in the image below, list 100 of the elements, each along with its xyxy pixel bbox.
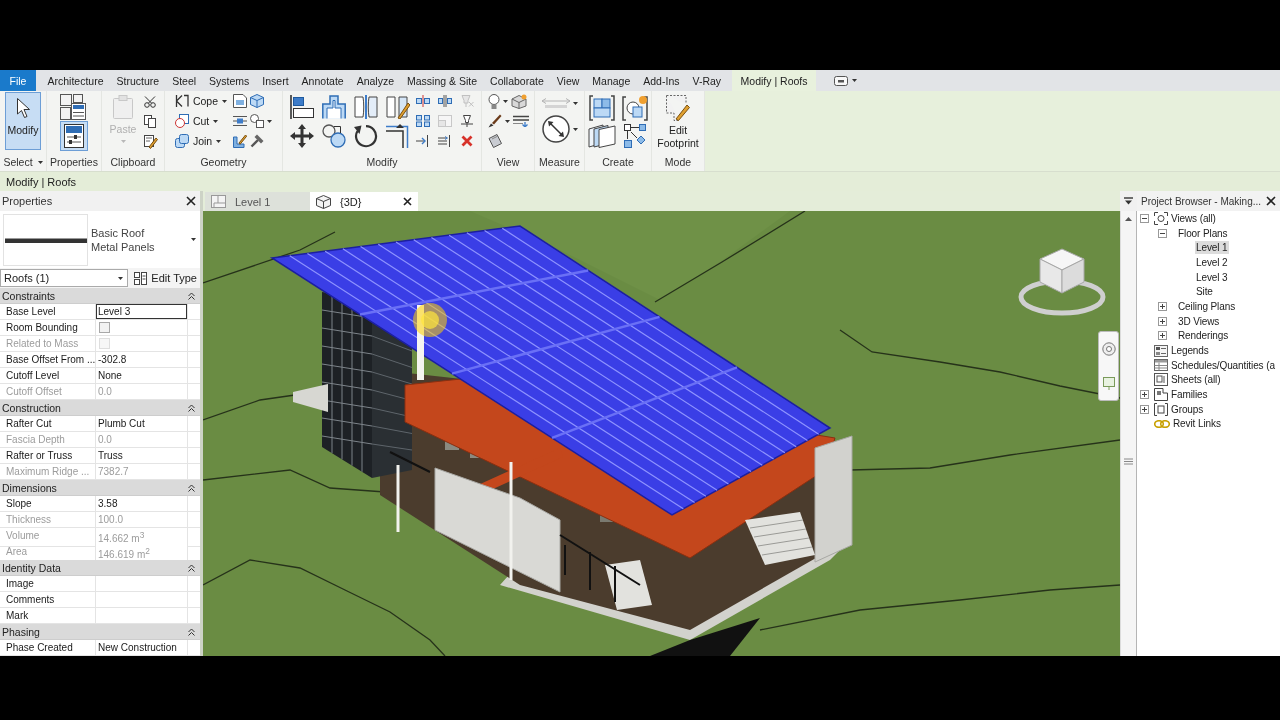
category-dropdown[interactable]: Roofs (1) (0, 269, 129, 287)
collapse-box-icon[interactable] (1140, 213, 1149, 223)
property-value-field[interactable]: -302.8 (96, 352, 188, 368)
property-value-field[interactable] (96, 592, 188, 608)
property-value-field[interactable]: Plumb Cut (96, 416, 188, 432)
caret-icon[interactable] (191, 238, 196, 241)
copy-icon[interactable] (144, 115, 156, 128)
panel-menu-icon[interactable] (1124, 197, 1133, 205)
stepped-outline-icon[interactable] (322, 95, 346, 119)
pin-icon[interactable] (460, 115, 474, 127)
lines-block-icon[interactable] (233, 115, 248, 127)
stacked-boxes-icon[interactable] (60, 94, 86, 120)
cube-icon[interactable] (250, 94, 265, 108)
tree-item[interactable]: Schedules/Quantities (a (1170, 358, 1276, 372)
grip-icon[interactable] (1124, 458, 1133, 465)
property-value-field[interactable]: None (96, 368, 188, 384)
property-group-header[interactable]: Dimensions (0, 480, 200, 496)
property-group-header[interactable]: Phasing (0, 624, 200, 640)
ribbon-tab[interactable]: Massing & Site (400, 70, 484, 91)
caret-icon[interactable] (572, 127, 578, 131)
tree-item[interactable]: Revit Links (1172, 417, 1222, 431)
delete-icon[interactable] (461, 135, 473, 147)
expand-box-icon[interactable] (1158, 301, 1167, 311)
tree-item[interactable]: Families (1170, 388, 1209, 402)
mirror-pencil-icon[interactable] (386, 95, 410, 119)
ribbon-tab[interactable]: Architecture (41, 70, 111, 91)
geometry-tool-button[interactable]: Cope (174, 93, 228, 109)
modify-tool-button[interactable]: Modify (5, 92, 41, 150)
expand-box-icon[interactable] (1158, 316, 1167, 326)
bracketed-shapes-icon[interactable] (622, 95, 648, 121)
shaded-box-icon[interactable] (510, 93, 527, 109)
property-group-header[interactable]: Identity Data (0, 560, 200, 576)
hammer-icon[interactable] (250, 134, 265, 148)
tree-item[interactable]: Ceiling Plans (1177, 299, 1237, 313)
caret-icon[interactable] (37, 160, 43, 164)
geometry-tool-button[interactable]: Join (174, 133, 222, 149)
ribbon-tab[interactable]: Systems (202, 70, 256, 91)
corner-lines-icon[interactable] (386, 124, 410, 148)
close-icon[interactable] (186, 196, 196, 206)
property-group-header[interactable]: Construction (0, 400, 200, 416)
tree-item[interactable]: Legends (1170, 344, 1210, 358)
expand-box-icon[interactable] (1158, 331, 1167, 341)
geometry-tool-button[interactable]: Cut (174, 113, 219, 129)
grid-squares-icon[interactable] (416, 115, 430, 127)
document-tab[interactable]: {3D} (310, 192, 418, 211)
property-value-field[interactable]: Truss (96, 448, 188, 464)
document-tab[interactable]: Level 1 (205, 192, 310, 211)
ribbon-tab[interactable]: Manage (585, 70, 637, 91)
ribbon-tab[interactable]: Steel (165, 70, 203, 91)
ribbon-tab[interactable]: View (550, 70, 586, 91)
arrow-to-line-icon[interactable] (416, 135, 430, 147)
caret-icon[interactable] (852, 79, 858, 82)
move-icon[interactable] (290, 124, 314, 148)
caret-icon[interactable] (504, 119, 510, 123)
bracketed-blocks-icon[interactable] (589, 95, 615, 121)
tree-item[interactable]: Site (1195, 285, 1214, 299)
shapes-icon[interactable] (250, 114, 265, 128)
mirror-axis-icon[interactable] (354, 95, 378, 119)
rotate-icon[interactable] (354, 124, 378, 148)
property-value-field[interactable]: New Construction (96, 640, 188, 656)
pencil-ruler-icon[interactable] (233, 134, 248, 148)
lines-arrow-icon[interactable] (512, 115, 529, 127)
align-icon[interactable] (290, 95, 314, 119)
edit-footprint-button[interactable]: Edit Footprint (652, 92, 704, 150)
ribbon-tab[interactable]: Collaborate (483, 70, 551, 91)
ribbon-tab[interactable]: Structure (110, 70, 166, 91)
close-icon[interactable] (1266, 196, 1276, 206)
tree-item[interactable]: Level 3 (1195, 270, 1229, 284)
split-icon[interactable] (416, 95, 430, 107)
property-value-field[interactable] (96, 608, 188, 624)
caret-icon[interactable] (572, 101, 578, 105)
checkbox[interactable] (99, 322, 110, 333)
ribbon-tab[interactable]: File (0, 70, 36, 91)
tree-item[interactable]: Level 1 (1195, 241, 1229, 255)
expand-box-icon[interactable] (1140, 390, 1149, 400)
diagram-icon[interactable] (624, 124, 646, 148)
rounded-rectangle-icon[interactable] (834, 75, 849, 86)
tree-item[interactable]: Sheets (all) (1170, 373, 1222, 387)
close-icon[interactable] (403, 197, 412, 206)
ribbon-tab[interactable]: V-Ray (685, 70, 728, 91)
tree-item[interactable]: Views (all) (1170, 211, 1217, 225)
edit-type-button[interactable]: Edit Type (131, 269, 200, 287)
expand-box-icon[interactable] (1140, 404, 1149, 414)
target-icon[interactable] (1101, 342, 1116, 357)
ribbon-tab[interactable]: Annotate (295, 70, 351, 91)
paint-brush-icon[interactable] (487, 114, 502, 128)
lines-to-bar-icon[interactable] (438, 135, 452, 147)
ribbon-tab[interactable]: Modify | Roofs (731, 70, 817, 91)
tree-item[interactable]: Floor Plans (1177, 226, 1229, 240)
tilted-box-icon[interactable] (487, 134, 502, 148)
property-group-header[interactable]: Constraints (0, 288, 200, 304)
property-value-field[interactable]: 3.58 (96, 496, 188, 512)
split-with-gap-icon[interactable] (438, 95, 452, 107)
tree-item[interactable]: Level 2 (1195, 255, 1229, 269)
scissors-icon[interactable] (144, 96, 156, 108)
stacked-panels-icon[interactable] (588, 124, 616, 148)
ribbon-tab[interactable]: Insert (255, 70, 296, 91)
tree-item[interactable]: 3D Views (1177, 314, 1221, 328)
tree-item[interactable]: Groups (1170, 402, 1205, 416)
vertical-scrollbar[interactable] (1120, 211, 1137, 656)
